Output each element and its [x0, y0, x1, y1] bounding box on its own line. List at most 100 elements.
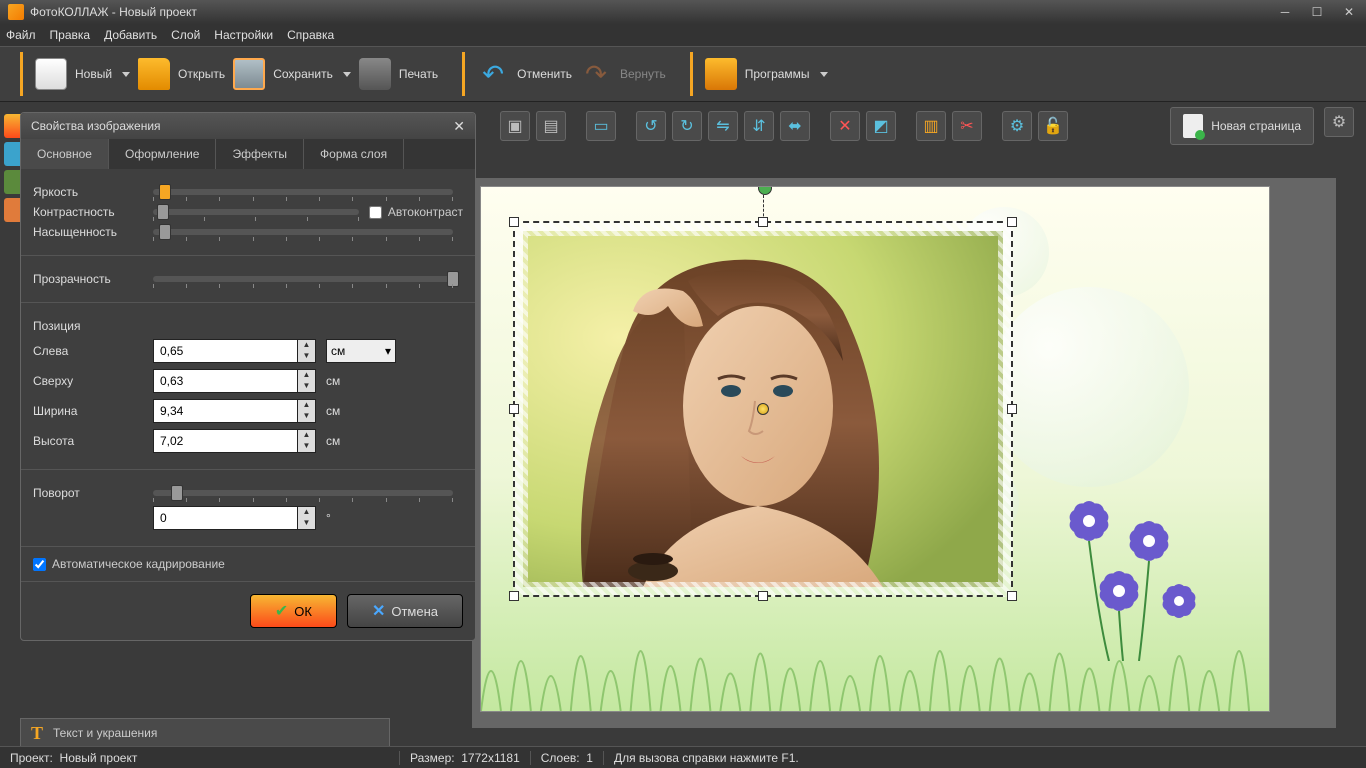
- status-size-value: 1772x1181: [461, 751, 520, 765]
- undo-button[interactable]: ↶ Отменить: [477, 58, 572, 90]
- printer-icon: [359, 58, 391, 90]
- flip-h-icon[interactable]: ⇋: [708, 111, 738, 141]
- panel-rotation: Поворот ▲▼ °: [21, 470, 475, 547]
- canvas-area[interactable]: [472, 178, 1336, 728]
- ok-button[interactable]: ✔ ОК: [250, 594, 337, 628]
- status-layers-value: 1: [586, 751, 593, 765]
- crop-icon[interactable]: ◩: [866, 111, 896, 141]
- unit-select[interactable]: см▾: [326, 339, 396, 363]
- width-input[interactable]: ▲▼: [153, 399, 316, 423]
- saturation-slider[interactable]: [153, 229, 453, 235]
- opacity-slider[interactable]: [153, 276, 453, 282]
- redo-icon: ↷: [580, 58, 612, 90]
- rotate-right-icon[interactable]: ↻: [672, 111, 702, 141]
- cut-icon[interactable]: ✂: [952, 111, 982, 141]
- fit-icon[interactable]: ⬌: [780, 111, 810, 141]
- menu-file[interactable]: Файл: [6, 28, 36, 42]
- collage-page[interactable]: [480, 186, 1270, 712]
- menu-settings[interactable]: Настройки: [214, 28, 273, 42]
- tab-main[interactable]: Основное: [21, 139, 109, 169]
- print-button[interactable]: Печать: [359, 58, 438, 90]
- resize-handle-ne[interactable]: [1007, 217, 1017, 227]
- saturation-label: Насыщенность: [33, 225, 153, 239]
- page-plus-icon: [1183, 114, 1203, 138]
- rotation-input[interactable]: ▲▼: [153, 506, 316, 530]
- height-label: Высота: [33, 434, 153, 448]
- open-button[interactable]: Открыть: [138, 58, 225, 90]
- dialog-titlebar[interactable]: Свойства изображения ✕: [21, 113, 475, 139]
- text-icon: T: [31, 723, 43, 744]
- autocontrast-checkbox[interactable]: Автоконтраст: [369, 205, 463, 219]
- layer-front-icon[interactable]: ▤: [536, 111, 566, 141]
- tab-design[interactable]: Оформление: [109, 139, 216, 169]
- rotate-handle[interactable]: [758, 186, 772, 195]
- position-header: Позиция: [33, 319, 153, 333]
- flip-v-icon[interactable]: ⇵: [744, 111, 774, 141]
- menu-add[interactable]: Добавить: [104, 28, 157, 42]
- image-properties-dialog: Свойства изображения ✕ Основное Оформлен…: [20, 112, 476, 641]
- menu-edit[interactable]: Правка: [50, 28, 91, 42]
- tab-shape[interactable]: Форма слоя: [304, 139, 404, 169]
- app-title: ФотоКОЛЛАЖ - Новый проект: [30, 5, 197, 19]
- resize-handle-n[interactable]: [758, 217, 768, 227]
- resize-handle-w[interactable]: [509, 404, 519, 414]
- folder-open-icon: [138, 58, 170, 90]
- contrast-label: Контрастность: [33, 205, 153, 219]
- brightness-label: Яркость: [33, 185, 153, 199]
- minimize-button[interactable]: ─: [1276, 5, 1294, 19]
- close-icon[interactable]: ✕: [453, 118, 465, 135]
- brightness-slider[interactable]: [153, 189, 453, 195]
- text-and-decorations-button[interactable]: T Текст и украшения: [20, 718, 390, 748]
- rotate-left-icon[interactable]: ↺: [636, 111, 666, 141]
- app-icon: [8, 4, 24, 20]
- height-input[interactable]: ▲▼: [153, 429, 316, 453]
- cancel-button[interactable]: ✕ Отмена: [347, 594, 463, 628]
- autocrop-checkbox[interactable]: Автоматическое кадрирование: [33, 557, 463, 571]
- align-icon[interactable]: ▭: [586, 111, 616, 141]
- new-file-icon: [35, 58, 67, 90]
- new-page-button[interactable]: Новая страница: [1170, 107, 1314, 145]
- gear-icon[interactable]: ⚙: [1002, 111, 1032, 141]
- panel-opacity: Прозрачность: [21, 256, 475, 303]
- layer-back-icon[interactable]: ▣: [500, 111, 530, 141]
- menu-help[interactable]: Справка: [287, 28, 334, 42]
- status-layers-label: Слоев:: [541, 751, 580, 765]
- top-input[interactable]: ▲▼: [153, 369, 316, 393]
- panel-autocrop: Автоматическое кадрирование: [21, 547, 475, 582]
- lock-icon[interactable]: 🔓: [1038, 111, 1068, 141]
- menu-layer[interactable]: Слой: [171, 28, 200, 42]
- delete-icon[interactable]: ✕: [830, 111, 860, 141]
- statusbar: Проект: Новый проект Размер: 1772x1181 С…: [0, 746, 1366, 768]
- page-settings-icon[interactable]: ⚙: [1324, 107, 1354, 137]
- chevron-down-icon: [343, 72, 351, 77]
- resize-handle-e[interactable]: [1007, 404, 1017, 414]
- status-project-label: Проект:: [10, 751, 53, 765]
- save-button[interactable]: Сохранить: [233, 58, 351, 90]
- chevron-down-icon: [122, 72, 130, 77]
- redo-button[interactable]: ↷ Вернуть: [580, 58, 666, 90]
- contrast-slider[interactable]: [153, 209, 359, 215]
- screen-icon[interactable]: ▥: [916, 111, 946, 141]
- box-icon: [705, 58, 737, 90]
- tab-effects[interactable]: Эффекты: [216, 139, 304, 169]
- resize-handle-s[interactable]: [758, 591, 768, 601]
- resize-handle-se[interactable]: [1007, 591, 1017, 601]
- center-handle[interactable]: [757, 403, 769, 415]
- width-label: Ширина: [33, 404, 153, 418]
- new-button[interactable]: Новый: [35, 58, 130, 90]
- flower-decoration: [1049, 481, 1229, 661]
- left-input[interactable]: ▲▼: [153, 339, 316, 363]
- undo-icon: ↶: [477, 58, 509, 90]
- programs-button[interactable]: Программы: [705, 58, 828, 90]
- resize-handle-nw[interactable]: [509, 217, 519, 227]
- menubar: Файл Правка Добавить Слой Настройки Спра…: [0, 24, 1366, 46]
- top-label: Сверху: [33, 374, 153, 388]
- rotation-slider[interactable]: [153, 490, 453, 496]
- close-button[interactable]: ✕: [1340, 5, 1358, 19]
- selection-box[interactable]: [513, 221, 1013, 597]
- status-help-text: Для вызова справки нажмите F1.: [614, 751, 799, 765]
- maximize-button[interactable]: ☐: [1308, 5, 1326, 19]
- resize-handle-sw[interactable]: [509, 591, 519, 601]
- dialog-title-text: Свойства изображения: [31, 119, 161, 133]
- titlebar: ФотоКОЛЛАЖ - Новый проект ─ ☐ ✕: [0, 0, 1366, 24]
